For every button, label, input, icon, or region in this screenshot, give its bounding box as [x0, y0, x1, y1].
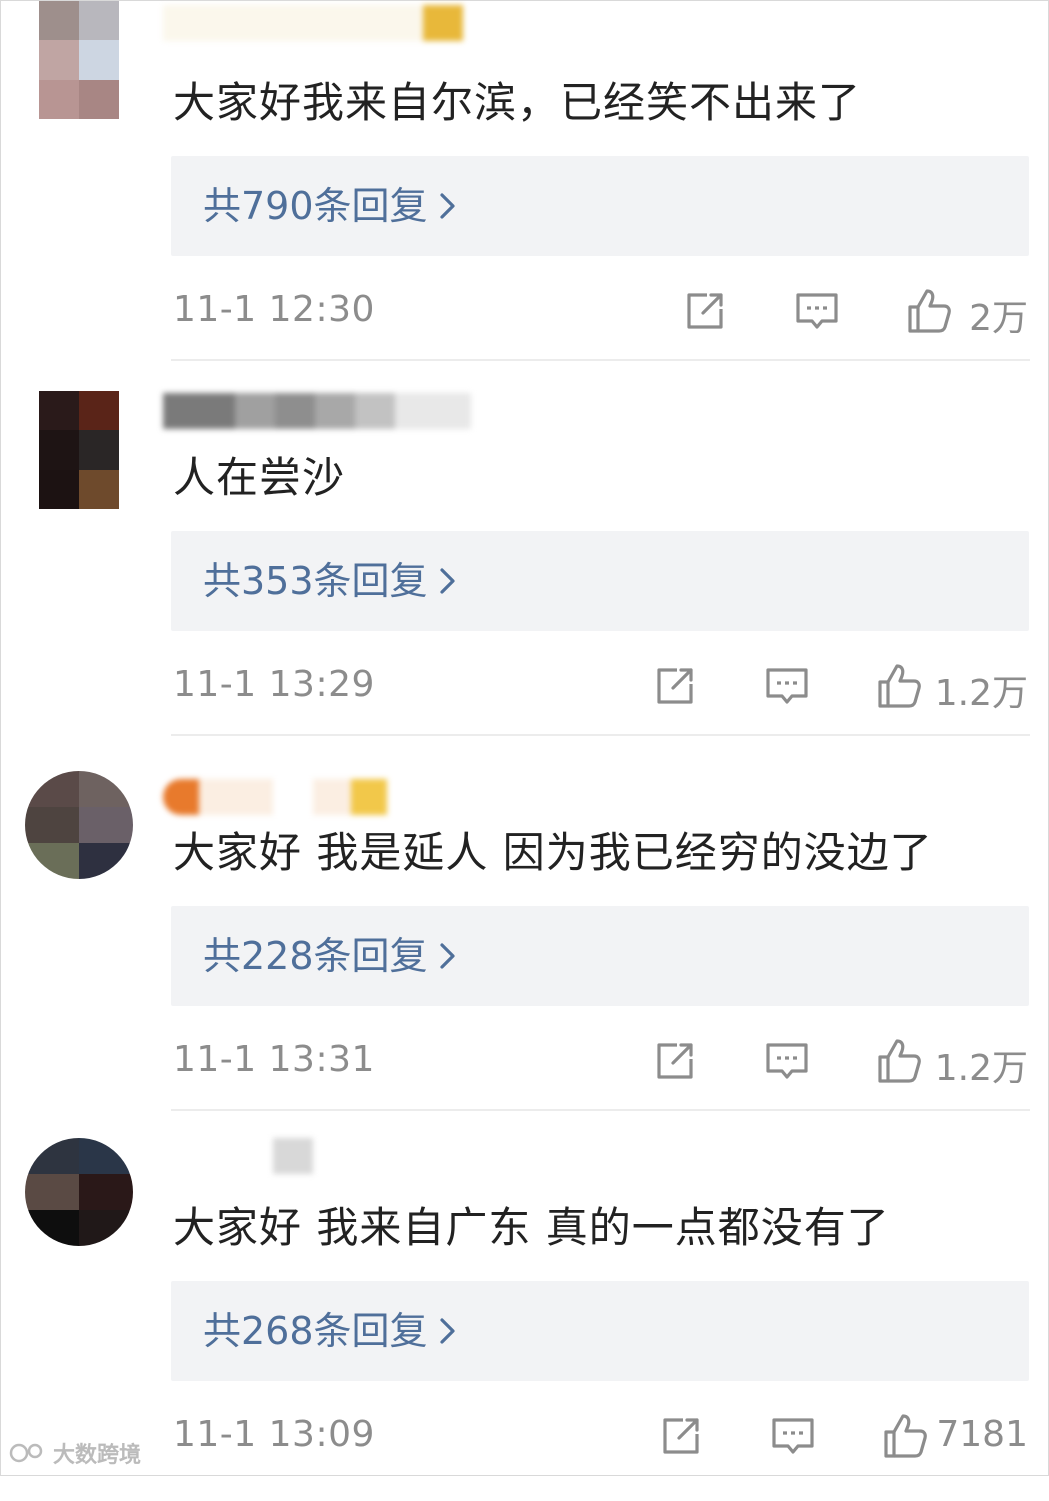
comment-meta-row: 11-1 13:31 1.2万 — [1, 1031, 1049, 1091]
thumbs-up-icon[interactable] — [881, 1412, 929, 1460]
divider — [171, 734, 1030, 736]
chevron-right-icon — [440, 568, 455, 594]
like-count: 1.2万 — [934, 1048, 1028, 1089]
avatar[interactable] — [25, 1138, 133, 1246]
reply-count-label: 共790条回复 — [203, 184, 428, 228]
username-blurred[interactable] — [163, 5, 463, 41]
view-replies-button[interactable]: 共268条回复 — [171, 1281, 1029, 1381]
username-blurred[interactable] — [163, 779, 387, 815]
divider — [171, 1109, 1030, 1111]
comment-item: 大家好 我是延人 因为我已经穷的没边了 共228条回复 11-1 13:31 1… — [1, 751, 1049, 1126]
chevron-right-icon — [440, 1318, 455, 1344]
chevron-right-icon — [440, 193, 455, 219]
view-replies-button[interactable]: 共228条回复 — [171, 906, 1029, 1006]
thumbs-up-icon[interactable] — [875, 1037, 923, 1085]
comment-item: 大家好 我来自广东 真的一点都没有了 共268条回复 11-1 13:09 71… — [1, 1126, 1049, 1501]
thumbs-up-icon[interactable] — [905, 287, 953, 335]
avatar[interactable] — [39, 391, 119, 509]
comment-icon[interactable] — [763, 1037, 811, 1085]
watermark-logo-icon — [9, 1443, 43, 1463]
like-count: 7181 — [936, 1414, 1028, 1455]
comment-time: 11-1 13:09 — [173, 1414, 375, 1455]
thumbs-up-icon[interactable] — [875, 662, 923, 710]
like-count: 1.2万 — [934, 673, 1028, 714]
share-icon[interactable] — [651, 1037, 699, 1085]
watermark: 大数跨境 — [9, 1437, 141, 1469]
share-icon[interactable] — [681, 287, 729, 335]
comment-time: 11-1 13:31 — [173, 1039, 375, 1080]
username-blurred[interactable] — [163, 1138, 313, 1174]
username-blurred[interactable] — [163, 393, 471, 429]
comment-time: 11-1 12:30 — [173, 289, 375, 330]
comment-icon[interactable] — [769, 1412, 817, 1460]
view-replies-button[interactable]: 共790条回复 — [171, 156, 1029, 256]
comment-meta-row: 11-1 13:29 1.2万 — [1, 656, 1049, 716]
comment-item: 人在尝沙 共353条回复 11-1 13:29 1.2万 — [1, 376, 1049, 751]
view-replies-button[interactable]: 共353条回复 — [171, 531, 1029, 631]
divider — [171, 359, 1030, 361]
comment-text: 人在尝沙 — [173, 453, 346, 502]
reply-count-label: 共268条回复 — [203, 1309, 428, 1353]
comment-icon[interactable] — [763, 662, 811, 710]
comment-item: 大家好我来自尔滨，已经笑不出来了 共790条回复 11-1 12:30 2万 — [1, 1, 1049, 376]
reply-count-label: 共228条回复 — [203, 934, 428, 978]
share-icon[interactable] — [651, 662, 699, 710]
like-count: 2万 — [969, 298, 1028, 339]
comment-text: 大家好 我来自广东 真的一点都没有了 — [173, 1203, 890, 1252]
share-icon[interactable] — [657, 1412, 705, 1460]
comment-meta-row: 11-1 12:30 2万 — [1, 281, 1049, 341]
comment-time: 11-1 13:29 — [173, 664, 375, 705]
chevron-right-icon — [440, 943, 455, 969]
reply-count-label: 共353条回复 — [203, 559, 428, 603]
comment-meta-row: 11-1 13:09 7181 — [1, 1406, 1049, 1466]
watermark-text: 大数跨境 — [53, 1443, 142, 1468]
avatar[interactable] — [25, 771, 133, 879]
comment-list: 大家好我来自尔滨，已经笑不出来了 共790条回复 11-1 12:30 2万 人… — [0, 0, 1049, 1476]
comment-text: 大家好 我是延人 因为我已经穷的没边了 — [173, 828, 933, 877]
avatar[interactable] — [39, 1, 119, 119]
comment-icon[interactable] — [793, 287, 841, 335]
comment-text: 大家好我来自尔滨，已经笑不出来了 — [173, 78, 862, 127]
